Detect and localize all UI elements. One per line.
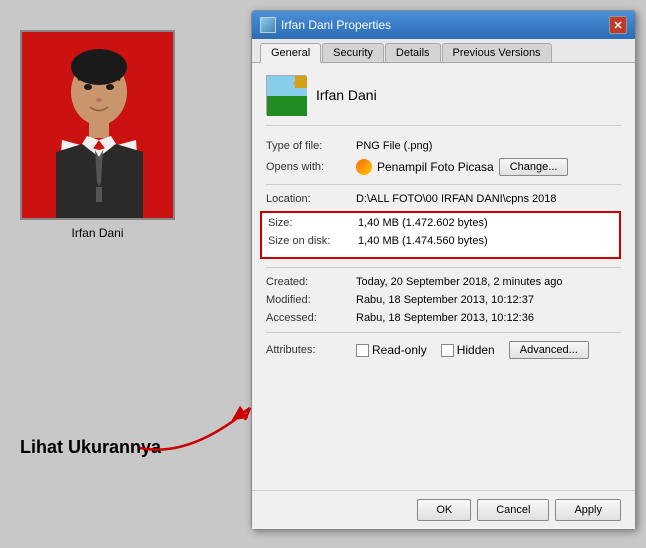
readonly-checkbox-group: Read-only: [356, 343, 427, 357]
dialog-titlebar: Irfan Dani Properties ✕: [252, 11, 635, 39]
created-label: Created:: [266, 276, 356, 288]
change-button[interactable]: Change...: [499, 158, 569, 176]
hidden-checkbox[interactable]: [441, 344, 454, 357]
size-row: Size: 1,40 MB (1.472.602 bytes): [268, 217, 613, 229]
advanced-button[interactable]: Advanced...: [509, 341, 589, 359]
apply-button[interactable]: Apply: [555, 499, 621, 521]
location-value: D:\ALL FOTO\00 IRFAN DANI\cpns 2018: [356, 193, 621, 205]
tab-bar: General Security Details Previous Versio…: [252, 39, 635, 63]
size-on-disk-label: Size on disk:: [268, 235, 358, 247]
accessed-row: Accessed: Rabu, 18 September 2013, 10:12…: [266, 312, 621, 324]
readonly-checkbox[interactable]: [356, 344, 369, 357]
photo-person-name: Irfan Dani: [71, 226, 123, 240]
file-display-name: Irfan Dani: [316, 87, 377, 103]
file-thumbnail: [266, 75, 306, 115]
tab-general[interactable]: General: [260, 43, 321, 63]
divider-1: [266, 184, 621, 185]
created-value: Today, 20 September 2018, 2 minutes ago: [356, 276, 621, 288]
type-row: Type of file: PNG File (.png): [266, 140, 621, 152]
tab-previous-versions[interactable]: Previous Versions: [442, 43, 552, 62]
opens-with-label: Opens with:: [266, 161, 356, 173]
file-header: Irfan Dani: [266, 75, 621, 126]
accessed-label: Accessed:: [266, 312, 356, 324]
size-label: Size:: [268, 217, 358, 229]
type-value: PNG File (.png): [356, 140, 621, 152]
divider-2: [266, 267, 621, 268]
dialog-footer: OK Cancel Apply: [252, 490, 635, 529]
ok-button[interactable]: OK: [417, 499, 471, 521]
tab-security[interactable]: Security: [322, 43, 384, 62]
tab-details[interactable]: Details: [385, 43, 441, 62]
cancel-button[interactable]: Cancel: [477, 499, 549, 521]
size-highlight-box: Size: 1,40 MB (1.472.602 bytes) Size on …: [260, 211, 621, 259]
dialog-icon: [260, 17, 276, 33]
location-label: Location:: [266, 193, 356, 205]
created-row: Created: Today, 20 September 2018, 2 min…: [266, 276, 621, 288]
size-value: 1,40 MB (1.472.602 bytes): [358, 217, 613, 229]
modified-label: Modified:: [266, 294, 356, 306]
modified-value: Rabu, 18 September 2013, 10:12:37: [356, 294, 621, 306]
titlebar-left: Irfan Dani Properties: [260, 17, 391, 33]
attributes-row: Attributes: Read-only Hidden Advanced...: [266, 341, 621, 359]
modified-row: Modified: Rabu, 18 September 2013, 10:12…: [266, 294, 621, 306]
size-on-disk-value: 1,40 MB (1.474.560 bytes): [358, 235, 613, 247]
opens-with-app: Penampil Foto Picasa: [377, 160, 494, 174]
hidden-checkbox-group: Hidden: [441, 343, 495, 357]
close-button[interactable]: ✕: [609, 16, 627, 34]
dialog-title: Irfan Dani Properties: [281, 18, 391, 32]
type-label: Type of file:: [266, 140, 356, 152]
attributes-label: Attributes:: [266, 344, 356, 356]
location-row: Location: D:\ALL FOTO\00 IRFAN DANI\cpns…: [266, 193, 621, 205]
size-on-disk-row: Size on disk: 1,40 MB (1.474.560 bytes): [268, 235, 613, 247]
picasa-icon: [356, 159, 372, 175]
photo-frame: [20, 30, 175, 220]
photo-area: Irfan Dani: [20, 30, 175, 240]
accessed-value: Rabu, 18 September 2013, 10:12:36: [356, 312, 621, 324]
dialog-content: Irfan Dani Type of file: PNG File (.png)…: [252, 63, 635, 490]
readonly-label: Read-only: [372, 343, 427, 357]
hidden-label: Hidden: [457, 343, 495, 357]
opens-with-row: Opens with: Penampil Foto Picasa Change.…: [266, 158, 621, 176]
properties-dialog: Irfan Dani Properties ✕ General Security…: [251, 10, 636, 530]
divider-3: [266, 332, 621, 333]
opens-with-value: Penampil Foto Picasa Change...: [356, 158, 621, 176]
